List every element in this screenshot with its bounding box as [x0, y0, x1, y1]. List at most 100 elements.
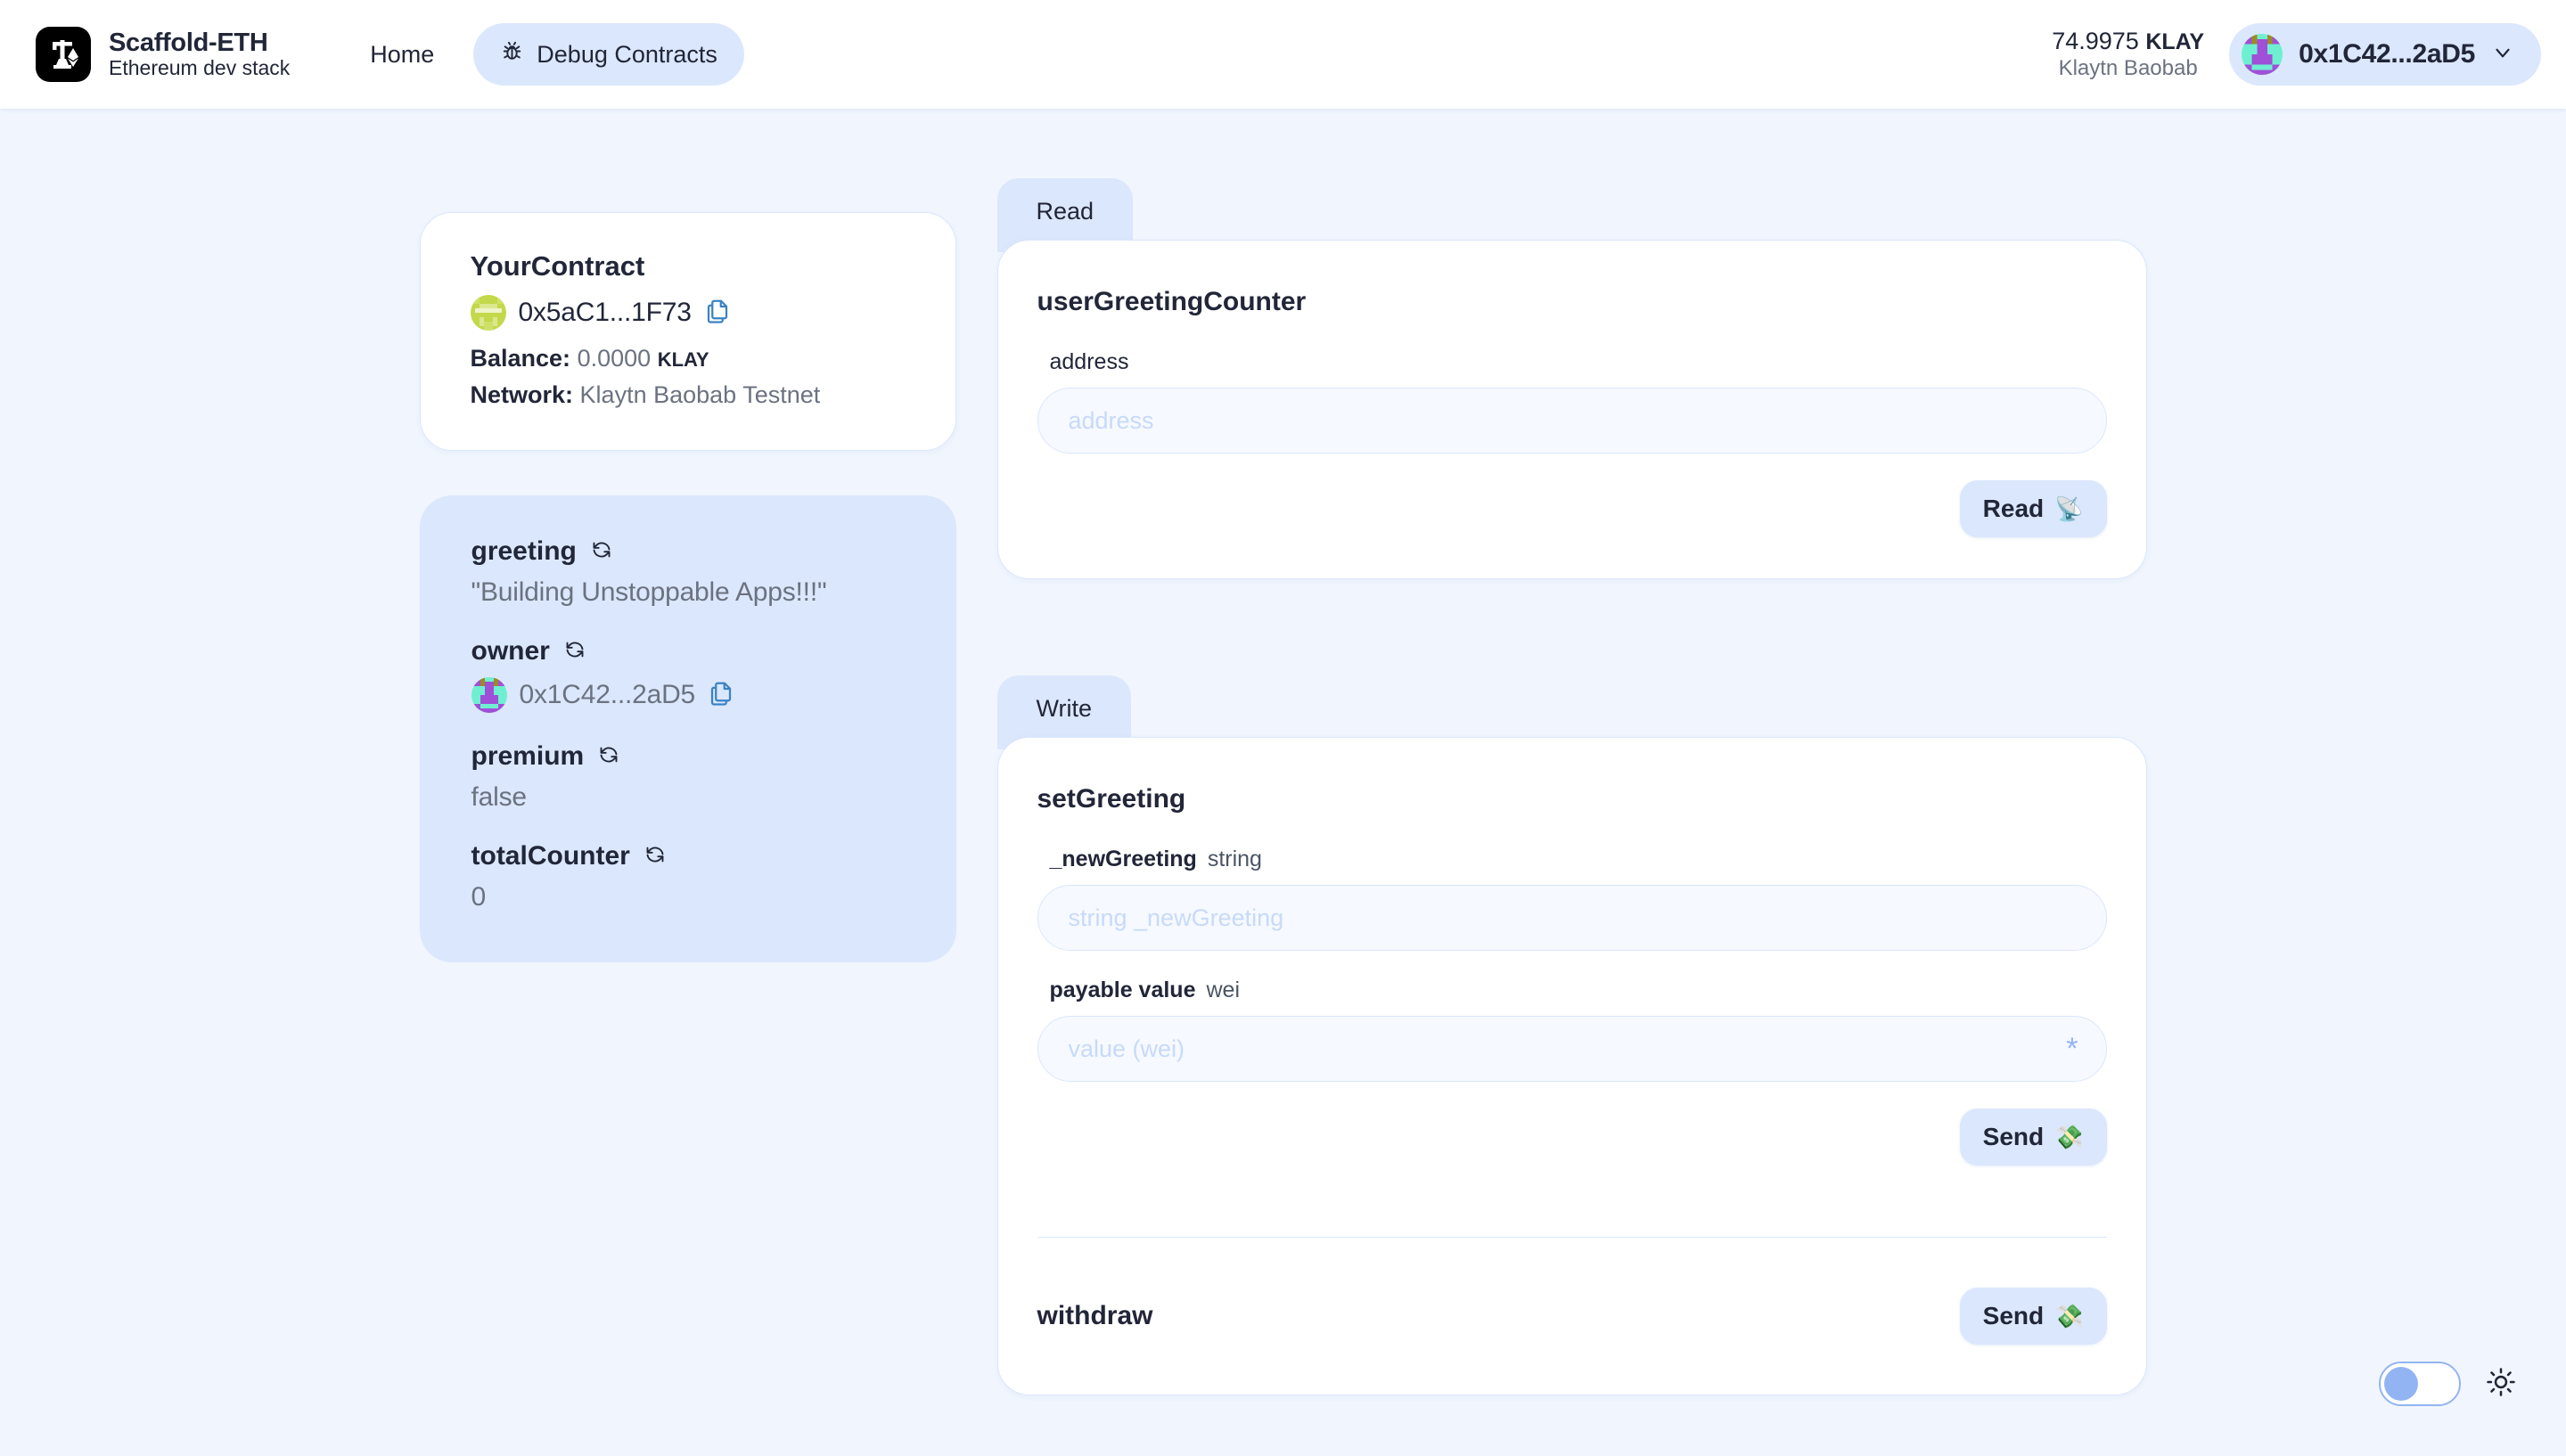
- money-with-wings-icon: 💸: [2054, 1303, 2083, 1330]
- state-variable-greeting-header: greeting: [471, 536, 905, 567]
- wallet-balance-value: 74.9975: [2052, 28, 2139, 54]
- wallet-balance[interactable]: 74.9975 KLAY Klaytn Baobab: [2052, 27, 2209, 81]
- setgreeting-action-row: Send 💸: [1037, 1108, 2107, 1166]
- field-label-type: wei: [1206, 977, 1240, 1003]
- refresh-icon[interactable]: [644, 844, 666, 870]
- blockie-avatar: [471, 295, 506, 331]
- contract-balance-value: 0.0000: [578, 345, 652, 372]
- read-action-row: Read 📡: [1037, 480, 2107, 537]
- state-variable-totalcounter: totalCounter 0: [471, 841, 905, 912]
- function-name: withdraw: [1037, 1301, 1153, 1331]
- theme-switch[interactable]: [2379, 1362, 2461, 1406]
- field-label-name: payable value: [1050, 977, 1196, 1003]
- wallet-address-button[interactable]: 0x1C42...2aD5: [2229, 23, 2541, 86]
- brand[interactable]: Scaffold-ETH Ethereum dev stack: [36, 27, 290, 82]
- nav-item-home[interactable]: Home: [343, 25, 461, 85]
- input-wrapper: [1037, 885, 2107, 951]
- brand-title: Scaffold-ETH: [109, 29, 290, 57]
- copy-icon[interactable]: [704, 298, 731, 329]
- state-variable-value: 0: [471, 882, 905, 912]
- contract-info-card: YourContract 0x5aC1...1F73: [420, 212, 956, 451]
- function-name: setGreeting: [1037, 784, 2107, 814]
- wallet-balance-unit: KLAY: [2145, 29, 2204, 54]
- contract-name: YourContract: [471, 250, 906, 282]
- theme-toggle: [2379, 1362, 2516, 1406]
- field-address: address: [1037, 349, 2107, 454]
- field-newgreeting: _newGreeting string: [1037, 847, 2107, 951]
- read-button[interactable]: Read 📡: [1960, 480, 2107, 537]
- nav-item-debug-contracts-label: Debug Contracts: [537, 41, 717, 69]
- app-header: Scaffold-ETH Ethereum dev stack Home Deb…: [0, 0, 2566, 109]
- main-content: YourContract 0x5aC1...1F73: [0, 109, 2566, 1456]
- satellite-antenna-icon: 📡: [2054, 495, 2083, 523]
- contract-network-line: Network: Klaytn Baobab Testnet: [471, 381, 906, 409]
- send-button-label: Send: [1983, 1123, 2044, 1151]
- chevron-down-icon: [2491, 41, 2514, 69]
- field-label-type: string: [1208, 847, 1262, 872]
- contract-functions: Read userGreetingCounter address: [997, 178, 2147, 1395]
- contract-balance-unit: KLAY: [658, 348, 709, 371]
- nav-item-home-label: Home: [370, 41, 434, 69]
- state-variable-name: premium: [471, 741, 585, 772]
- function-withdraw: withdraw Send 💸: [998, 1238, 2146, 1395]
- field-label-name: _newGreeting: [1050, 847, 1197, 872]
- scaffold-eth-logo-icon: [36, 27, 91, 82]
- bug-icon: [500, 39, 524, 70]
- blockie-avatar: [2242, 34, 2283, 75]
- field-label-name: address: [1050, 349, 1129, 375]
- address-input[interactable]: [1037, 388, 2107, 454]
- read-section: Read userGreetingCounter address: [997, 178, 2147, 579]
- send-button[interactable]: Send 💸: [1960, 1108, 2107, 1166]
- write-panel: setGreeting _newGreeting string: [997, 737, 2147, 1395]
- sun-icon[interactable]: [2486, 1367, 2516, 1402]
- input-wrapper: *: [1037, 1016, 2107, 1082]
- contract-balance-line: Balance: 0.0000 KLAY: [471, 345, 906, 372]
- payable-value-input[interactable]: [1037, 1016, 2107, 1082]
- wallet-balance-amount: 74.9975 KLAY: [2052, 27, 2204, 55]
- state-variable-premium: premium false: [471, 741, 905, 813]
- state-variable-greeting: greeting "Building Unstoppable Apps!!!": [471, 536, 905, 608]
- main-nav: Home Debug Contracts: [343, 23, 744, 86]
- brand-subtitle: Ethereum dev stack: [109, 57, 290, 80]
- theme-switch-knob: [2384, 1367, 2418, 1401]
- state-variable-premium-header: premium: [471, 741, 905, 772]
- debug-columns: YourContract 0x5aC1...1F73: [420, 178, 2147, 1456]
- refresh-icon[interactable]: [598, 744, 619, 770]
- refresh-icon[interactable]: [564, 639, 586, 665]
- state-variable-totalcounter-header: totalCounter: [471, 841, 905, 871]
- wallet-network-label: Klaytn Baobab: [2059, 56, 2198, 82]
- newgreeting-input[interactable]: [1037, 885, 2107, 951]
- multiply-ether-icon[interactable]: *: [2066, 1034, 2078, 1064]
- field-label: payable value wei: [1037, 977, 2107, 1003]
- blockie-avatar: [471, 677, 507, 713]
- contract-network-value: Klaytn Baobab Testnet: [580, 381, 821, 408]
- header-right: 74.9975 KLAY Klaytn Baobab 0x1C42...2aD5: [2052, 23, 2541, 86]
- function-usergreetingcounter: userGreetingCounter address Read: [998, 241, 2146, 578]
- wallet-address-text: 0x1C42...2aD5: [2299, 39, 2475, 70]
- state-variable-value: false: [471, 782, 905, 813]
- function-name: userGreetingCounter: [1037, 287, 2107, 317]
- contract-state-card: greeting "Building Unstoppable Apps!!!": [420, 495, 956, 962]
- field-payable-value: payable value wei *: [1037, 977, 2107, 1082]
- contract-address: 0x5aC1...1F73: [519, 298, 692, 328]
- copy-icon[interactable]: [708, 680, 734, 711]
- send-button-label: Send: [1983, 1302, 2044, 1330]
- read-button-label: Read: [1983, 495, 2044, 523]
- state-variable-name: totalCounter: [471, 841, 630, 871]
- nav-item-debug-contracts[interactable]: Debug Contracts: [473, 23, 744, 86]
- refresh-icon[interactable]: [591, 539, 612, 565]
- field-label: _newGreeting string: [1037, 847, 2107, 872]
- send-button[interactable]: Send 💸: [1960, 1288, 2107, 1345]
- contract-balance-label: Balance:: [471, 345, 571, 372]
- state-variable-value: 0x1C42...2aD5: [520, 680, 696, 710]
- write-section: Write setGreeting _newGreeting string: [997, 675, 2147, 1395]
- function-setgreeting: setGreeting _newGreeting string: [998, 738, 2146, 1207]
- field-label: address: [1037, 349, 2107, 375]
- state-variable-value: "Building Unstoppable Apps!!!": [471, 577, 905, 608]
- contract-network-label: Network: [471, 381, 566, 408]
- contract-sidebar: YourContract 0x5aC1...1F73: [420, 178, 956, 962]
- state-variable-name: owner: [471, 636, 550, 667]
- state-variable-name: greeting: [471, 536, 577, 567]
- read-panel: userGreetingCounter address Read: [997, 240, 2147, 579]
- input-wrapper: [1037, 388, 2107, 454]
